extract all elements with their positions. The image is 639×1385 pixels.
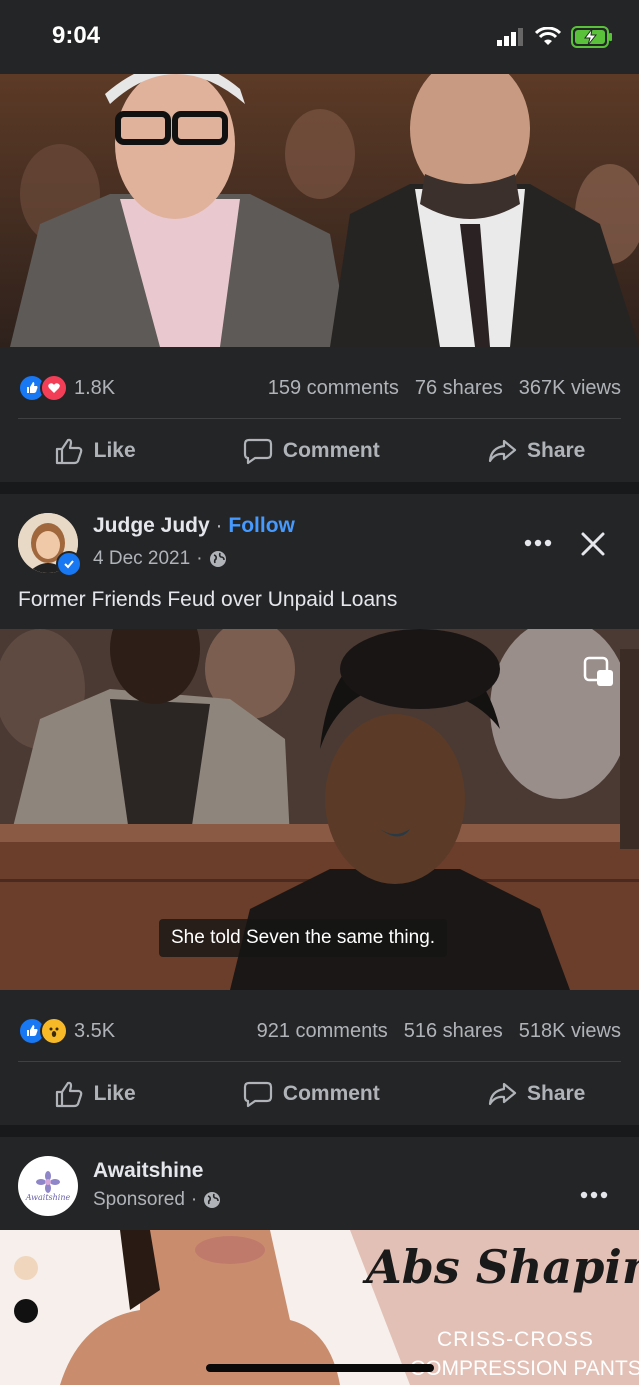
post2-close-button[interactable]	[580, 531, 606, 562]
post2-header: Judge Judy · Follow 4 Dec 2021 · Former …	[0, 494, 639, 629]
ad-subline-2: COMPRESSION PANTS	[410, 1357, 639, 1380]
status-time: 9:04	[52, 22, 101, 49]
thumbs-up-icon	[55, 438, 82, 465]
name-separator: ·	[215, 514, 223, 537]
post2-comment-button[interactable]: Comment	[243, 1080, 380, 1108]
status-bar: 9:04	[0, 0, 639, 74]
comment-icon	[243, 438, 273, 465]
comment-label: Comment	[282, 1082, 380, 1105]
post3-author-name[interactable]: Awaitshine	[93, 1159, 203, 1183]
home-indicator[interactable]	[206, 1364, 434, 1372]
post1-comment-button[interactable]: Comment	[243, 437, 380, 465]
post2-reactions[interactable]: 3.5K	[18, 1017, 115, 1045]
video-subtitle: She told Seven the same thing.	[159, 919, 448, 957]
avatar-brand-text: Awaitshine	[25, 1192, 71, 1202]
post3-meta: Sponsored ·	[93, 1189, 221, 1211]
post2-actions: Like Comment Share	[0, 1062, 639, 1126]
post2-date[interactable]: 4 Dec 2021	[93, 548, 190, 570]
post2-author-name[interactable]: Judge Judy	[93, 514, 210, 537]
status-icons	[497, 26, 613, 48]
post2-text: Former Friends Feud over Unpaid Loans	[18, 588, 398, 611]
post1-stats: 1.8K 159 comments 76 shares 367K views	[18, 368, 621, 408]
post2-stats: 3.5K 921 comments 516 shares 518K views	[18, 1011, 621, 1051]
meta-separator: ·	[196, 548, 203, 569]
globe-icon	[204, 1192, 221, 1208]
post1-video[interactable]	[0, 74, 639, 347]
wow-reaction-icon	[40, 1017, 68, 1045]
post2-meta: 4 Dec 2021 ·	[93, 548, 227, 570]
follow-button[interactable]: Follow	[228, 514, 295, 537]
post1-shares-count[interactable]: 76 shares	[415, 377, 503, 400]
post2-shares-count[interactable]: 516 shares	[404, 1020, 503, 1043]
post1-actions: Like Comment Share	[0, 419, 639, 483]
ad-subline-1: CRISS-CROSS	[437, 1328, 594, 1351]
ad-headline: Abs Shaping	[366, 1240, 639, 1294]
like-label: Like	[93, 439, 136, 462]
flower-logo-icon	[36, 1170, 60, 1193]
battery-charging-icon	[571, 26, 612, 48]
post3-ad-image[interactable]: Abs Shaping CRISS-CROSS COMPRESSION PANT…	[0, 1230, 639, 1385]
share-label: Share	[527, 1082, 586, 1105]
post1-comments-count[interactable]: 159 comments	[268, 377, 399, 400]
post1-views-count: 367K views	[518, 376, 621, 399]
sponsored-label[interactable]: Sponsored	[93, 1189, 185, 1211]
post2-reaction-count: 3.5K	[74, 1019, 116, 1042]
post2-like-button[interactable]: Like	[54, 1080, 136, 1108]
post2-video[interactable]: She told Seven the same thing.	[0, 629, 639, 990]
awaitshine-avatar[interactable]: Awaitshine	[18, 1156, 78, 1216]
post1-reaction-count: 1.8K	[74, 376, 116, 399]
post1-footer: 1.8K 159 comments 76 shares 367K views L…	[0, 347, 639, 482]
more-dots-icon	[580, 1191, 608, 1199]
post2-comments-count[interactable]: 921 comments	[257, 1020, 388, 1043]
post1-like-button[interactable]: Like	[54, 437, 136, 465]
share-icon	[488, 439, 517, 463]
post3-more-options[interactable]	[580, 1180, 608, 1206]
post2-footer: 3.5K 921 comments 516 shares 518K views …	[0, 990, 639, 1125]
comment-icon	[243, 1081, 273, 1108]
wifi-icon	[535, 27, 561, 45]
post1-video-frame	[0, 74, 639, 347]
comment-label: Comment	[282, 439, 380, 462]
verified-badge-icon	[56, 551, 82, 577]
pip-icon[interactable]	[583, 656, 615, 688]
like-label: Like	[93, 1082, 136, 1105]
share-label: Share	[527, 439, 586, 462]
signal-icon	[497, 28, 523, 46]
more-dots-icon	[524, 539, 552, 547]
post2-views-count: 518K views	[518, 1019, 621, 1042]
thumbs-up-icon	[55, 1081, 82, 1108]
globe-icon	[209, 551, 226, 567]
post1-reactions[interactable]: 1.8K	[18, 374, 115, 402]
post2-more-options[interactable]	[524, 528, 552, 554]
post1-share-button[interactable]: Share	[487, 437, 585, 465]
post2-author-line: Judge Judy · Follow	[93, 514, 295, 538]
post2-share-button[interactable]: Share	[487, 1080, 585, 1108]
post3-header: Awaitshine Awaitshine Sponsored ·	[0, 1137, 639, 1230]
share-icon	[488, 1082, 517, 1106]
close-icon	[581, 532, 605, 556]
love-reaction-icon	[40, 374, 68, 402]
